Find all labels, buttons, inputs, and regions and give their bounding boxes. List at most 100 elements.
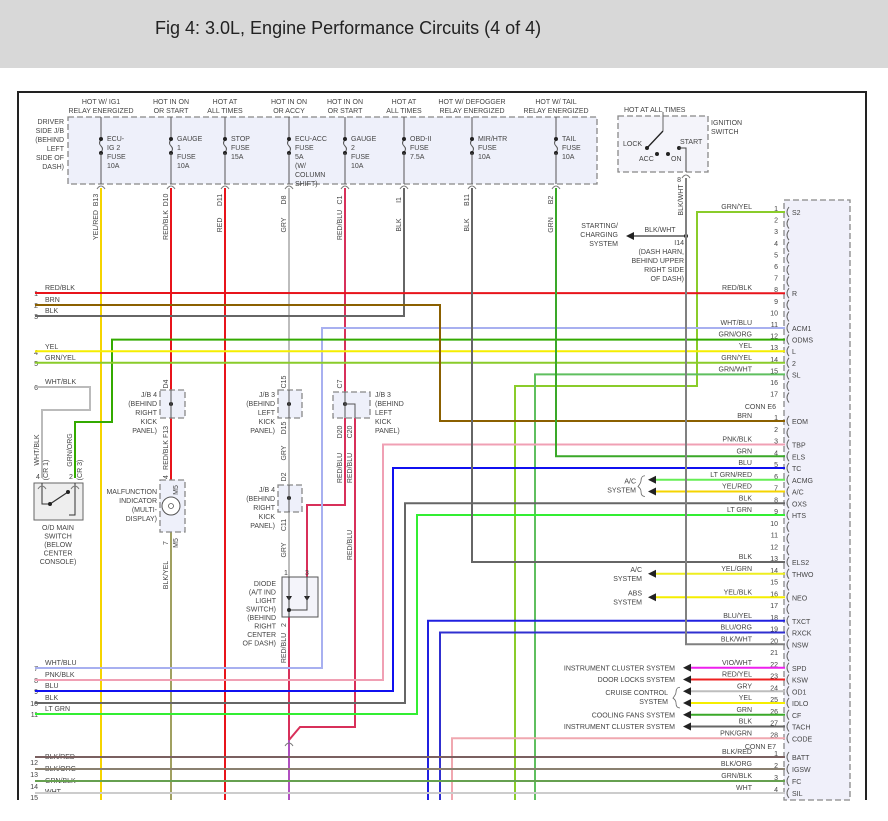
connector-pin-function: CODE — [792, 736, 813, 743]
connector-pin-number: 16 — [770, 380, 778, 387]
connector-pin-number: 2 — [774, 427, 778, 434]
connector-pin-number: 17 — [770, 603, 778, 610]
wiring-diagram: DRIVER SIDE J/B (BEHIND LEFT SIDE OF DASH) HOT… — [17, 91, 867, 802]
fuse-supply-label: OR ACCY — [273, 108, 305, 115]
jb4-label: (BEHIND — [128, 401, 157, 408]
jb3-right-label: PANEL) — [375, 428, 400, 435]
wire-color-label: GRN/YEL — [721, 355, 752, 362]
connector-pin-number: 3 — [774, 229, 778, 236]
pin-label: 2 — [281, 623, 288, 627]
wire-color-label: GRY — [281, 542, 288, 557]
pin-label: 1 — [284, 570, 288, 577]
fuse-name: GAUGE — [351, 136, 377, 143]
mil-label: (MULTI- — [132, 507, 158, 514]
splice-id-label: I14 — [674, 240, 684, 247]
splice-dot — [343, 137, 347, 141]
wire-color-label: GRN/ORG — [719, 332, 752, 339]
jb3-left-label: LEFT — [258, 410, 276, 417]
fuse-name: 10A — [351, 163, 364, 170]
arrow-left-icon — [648, 475, 656, 484]
splice-dot — [554, 137, 558, 141]
pin-label: D2 — [281, 472, 288, 481]
jb3-right-label: KICK — [375, 419, 392, 426]
fuse-name: COLUMN — [295, 172, 325, 179]
connector-pin-function: SL — [792, 372, 801, 379]
wire-color-label: RED/YEL — [722, 672, 752, 679]
arrow-left-icon — [648, 593, 656, 602]
connector-pin-function: TC — [792, 466, 801, 473]
wire-color-label: PNK/BLK — [722, 437, 752, 444]
ignition-start-label: START — [680, 139, 703, 146]
fuse-name: 10A — [107, 163, 120, 170]
fuse-pin-label: C1 — [337, 195, 344, 204]
connector-pin-function: SIL — [792, 791, 803, 798]
fuse-box-label: DRIVER — [38, 119, 64, 126]
connector-pin-number: 21 — [770, 650, 778, 657]
wire-color-label: RED/BLU — [281, 633, 288, 663]
connector-pin-function: IDLO — [792, 701, 809, 708]
splice-dot — [287, 137, 291, 141]
fuse-name: (W/ — [295, 163, 306, 170]
fuse-pin-label: I1 — [396, 197, 403, 203]
jb3-left-label: J/B 3 — [259, 392, 275, 399]
fuse-name: ECU-ACC — [295, 136, 327, 143]
wire-color-label: GRY — [737, 683, 752, 690]
wire-color-label: GRN — [736, 448, 752, 455]
starting-charging-system-label: SYSTEM — [589, 241, 618, 248]
connector-pin-function: EOM — [792, 419, 808, 426]
connector-pin-number: 2 — [774, 218, 778, 225]
jb4-label: J/B 4 — [141, 392, 157, 399]
wire-color-label: LT GRN — [45, 706, 70, 713]
connector-e6-label: CONN E6 — [745, 404, 776, 411]
wire-color-label: RED/BLU — [337, 453, 344, 483]
fuse-pin-label: B11 — [464, 194, 471, 206]
connector-pin-function: ACMG — [792, 478, 813, 485]
connector-pin-number: 10 — [770, 310, 778, 317]
left-pin-number: 13 — [30, 772, 38, 779]
wire-color-label: YEL/RED — [722, 484, 752, 491]
fuse-name: FUSE — [410, 145, 429, 152]
fuse-box-label: SIDE J/B — [36, 128, 65, 135]
od-main-switch-label: O/D MAIN — [42, 525, 74, 532]
jb4-second-label: J/B 4 — [259, 487, 275, 494]
arrow-left-icon — [648, 569, 656, 578]
pin-label: M5 — [173, 485, 180, 495]
brace-icon — [637, 475, 646, 497]
wire-color-label: YEL/GRN — [721, 566, 752, 573]
od-main-switch-label: CONSOLE) — [40, 559, 77, 566]
wire-color-label: GRN — [736, 707, 752, 714]
connector-pin-function: THWO — [792, 572, 814, 579]
splice-dot — [48, 502, 52, 506]
wire-blk — [35, 502, 785, 704]
fuse-name: 1 — [177, 145, 181, 152]
wire-blk — [35, 188, 405, 317]
wire-color-label: BLU — [45, 683, 59, 690]
driver-side-jb-box — [67, 116, 598, 185]
arrow-left-icon — [626, 232, 634, 240]
fuse-name: 10A — [177, 163, 190, 170]
od-main-switch-label: SWITCH — [44, 534, 72, 541]
destination-system-label: CRUISE CONTROL — [605, 690, 668, 697]
ignition-pin-label: 8 — [677, 177, 681, 184]
fuse-name: 10A — [478, 154, 491, 161]
wire-color-label: GRY — [281, 217, 288, 232]
terminal-icon — [681, 174, 691, 179]
pin-label: 2 — [69, 474, 73, 481]
wire-color-label: BLK/WHT — [721, 636, 753, 643]
fuse-name: OBD-II — [410, 136, 431, 143]
connector-pin-function: IGSW — [792, 767, 811, 774]
diode-label: SWITCH) — [246, 607, 276, 614]
wire-color-label: YEL — [739, 695, 752, 702]
destination-system-label: COOLING FANS SYSTEM — [592, 712, 675, 719]
starting-charging-system-label: CHARGING — [580, 232, 618, 239]
wire-color-label: BRN — [45, 297, 60, 304]
connector-pin-function: NSW — [792, 642, 809, 649]
splice-location-label: BEHIND UPPER — [631, 258, 684, 265]
wire-color-label: WHT/BLU — [721, 320, 753, 327]
wire-color-label: RED/BLK — [722, 285, 752, 292]
wire-color-label: GRN/WHT — [719, 366, 753, 373]
wire-color-label: BLK — [45, 308, 59, 315]
pin-label: 4 — [36, 474, 40, 481]
fuse-name: FUSE — [177, 154, 196, 161]
pin-label: 7 — [163, 541, 170, 545]
